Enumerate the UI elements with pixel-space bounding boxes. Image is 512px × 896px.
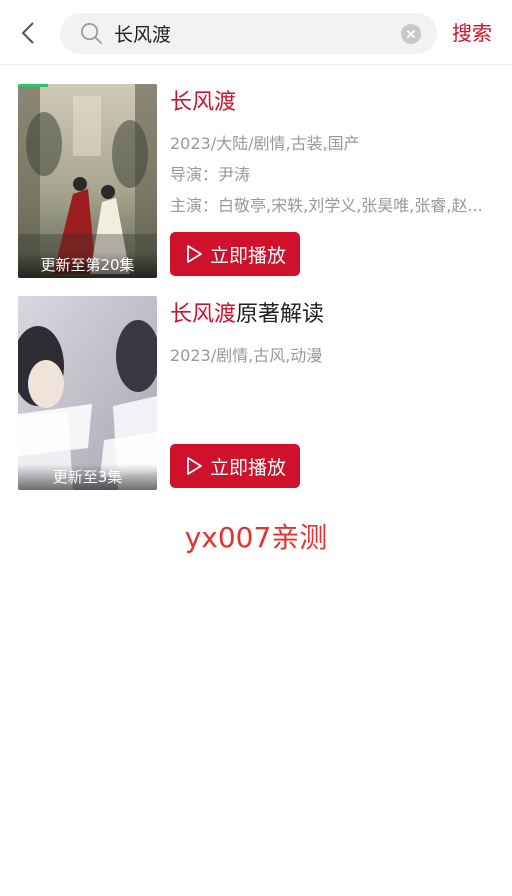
result-meta: 2023/剧情,古风,动漫 [170,346,323,365]
play-button-label: 立即播放 [209,456,286,479]
result-info: 长风渡原著解读 2023/剧情,古风,动漫 立即播放 [170,296,498,490]
search-box[interactable] [60,13,437,54]
director-label: 导演： [170,165,219,184]
top-bar: 搜索 [0,0,512,65]
chevron-left-icon [21,22,34,44]
result-cast: 主演：白敬亭,宋轶,刘学义,张昊唯,张睿,赵... [170,195,490,217]
cast-names: 白敬亭,宋轶,刘学义,张昊唯,张睿,赵... [218,196,483,215]
result-title[interactable]: 长风渡 [170,88,236,118]
result-info: 长风渡 2023/大陆/剧情,古装,国产 导演：尹涛 主演：白敬亭,宋轶,刘学义… [170,84,498,278]
poster-corner-tag [18,84,48,87]
play-button[interactable]: 立即播放 [170,232,300,276]
close-icon [406,29,416,39]
result-director: 导演：尹涛 [170,164,490,186]
poster-artwork [18,84,157,278]
episode-badge: 更新至第20集 [18,252,157,278]
play-button-label: 立即播放 [209,244,286,267]
title-highlight: 长风渡 [170,302,237,327]
result-item: 更新至3集 长风渡原著解读 2023/剧情,古风,动漫 立即播放 [18,296,498,490]
result-item: 更新至第20集 长风渡 2023/大陆/剧情,古装,国产 导演：尹涛 主演：白敬… [18,84,498,278]
back-button[interactable] [14,18,42,48]
play-button[interactable]: 立即播放 [170,444,300,488]
poster-image[interactable]: 更新至3集 [18,296,157,490]
play-icon [187,457,202,475]
play-icon [187,245,202,263]
clear-search-button[interactable] [401,24,421,44]
cast-label: 主演： [170,196,219,215]
title-highlight: 长风渡 [170,90,237,115]
search-icon [81,23,102,44]
poster-artwork [18,296,157,490]
result-title[interactable]: 长风渡原著解读 [170,300,324,330]
search-input[interactable] [114,13,394,54]
poster-image[interactable]: 更新至第20集 [18,84,157,278]
result-meta: 2023/大陆/剧情,古装,国产 [170,134,360,153]
director-name: 尹涛 [218,165,251,184]
episode-badge: 更新至3集 [18,464,157,490]
footer-note: yx007亲测 [184,521,328,554]
title-rest: 原著解读 [236,302,325,327]
search-button[interactable]: 搜索 [452,18,492,48]
